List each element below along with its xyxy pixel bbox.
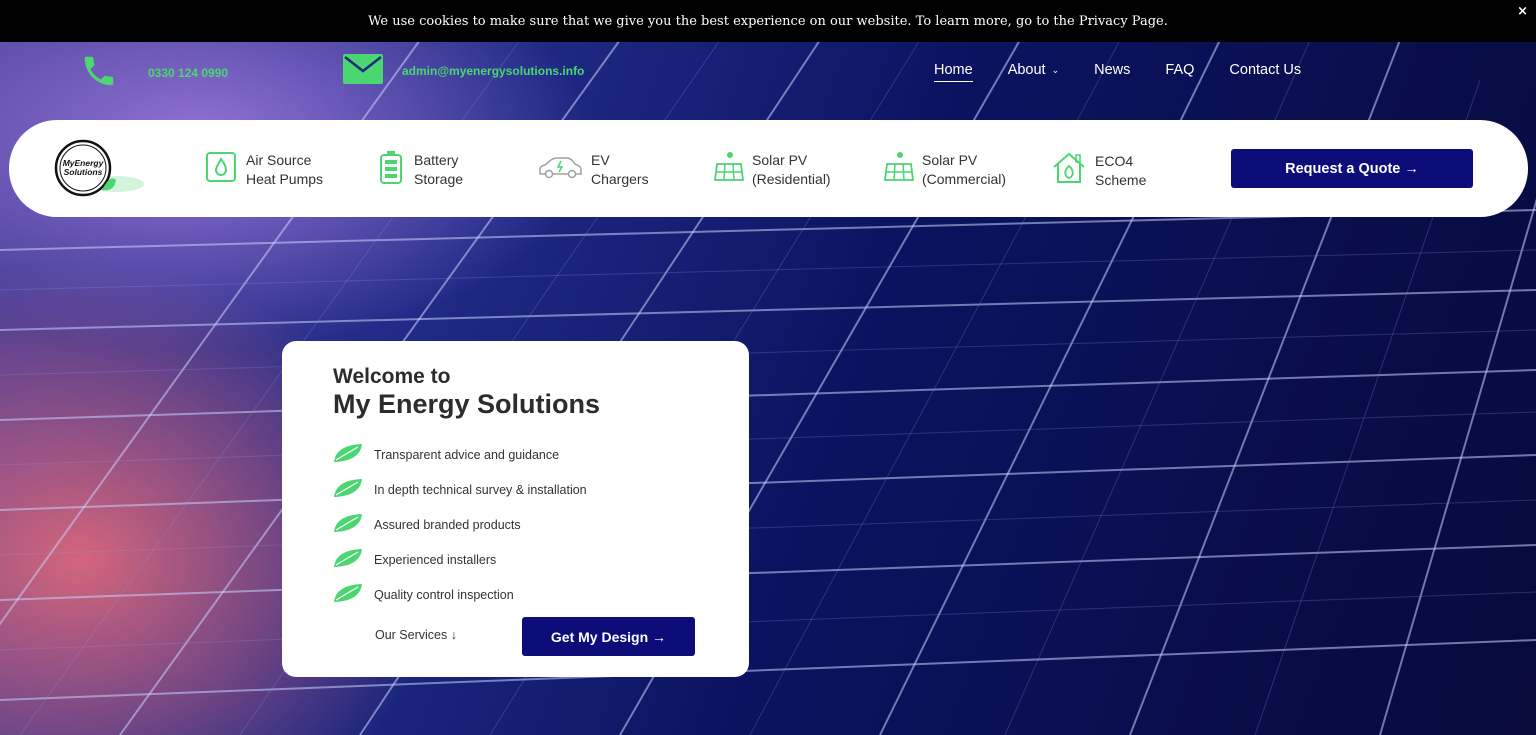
nav-faq[interactable]: FAQ — [1165, 62, 1194, 82]
list-item: Assured branded products — [332, 507, 587, 542]
list-item: Experienced installers — [332, 542, 587, 577]
feature-text: Assured branded products — [374, 517, 521, 532]
service-air-source-heat-pumps[interactable]: Air Source Heat Pumps — [204, 150, 323, 189]
service-label-line1: Battery — [414, 151, 459, 168]
service-label-line2: Chargers — [591, 170, 649, 187]
cookie-close-button[interactable]: × — [1517, 4, 1528, 19]
list-item: Quality control inspection — [332, 577, 587, 612]
nav-about[interactable]: About ⌄ — [1008, 62, 1059, 82]
hero-background — [0, 0, 1536, 735]
eco-house-icon — [1051, 150, 1087, 191]
service-label-line1: Solar PV — [752, 151, 808, 168]
logo-icon: MyEnergy Solutions — [54, 139, 144, 197]
service-label-line2: (Residential) — [752, 170, 831, 187]
ev-car-icon — [537, 150, 583, 189]
welcome-subtitle: Welcome to — [333, 365, 451, 388]
nav-home-label: Home — [934, 62, 973, 78]
request-quote-button[interactable]: Request a Quote → — [1231, 149, 1473, 188]
service-label-line2: Heat Pumps — [246, 170, 324, 187]
site-logo[interactable]: MyEnergy Solutions — [54, 138, 146, 200]
solar-panel-grid — [0, 39, 1536, 735]
heat-pump-icon — [204, 150, 238, 189]
contact-phone[interactable]: 0330 124 0990 — [80, 52, 228, 94]
service-label-line1: EV — [591, 151, 610, 168]
get-my-design-button[interactable]: Get My Design → — [522, 617, 695, 656]
service-solar-pv-residential[interactable]: Solar PV (Residential) — [713, 150, 831, 189]
cookie-bar: We use cookies to make sure that we give… — [0, 0, 1536, 42]
services-bar: MyEnergy Solutions Air Source Heat Pumps … — [9, 120, 1528, 217]
solar-panel-icon — [883, 150, 915, 189]
service-label-line2: Scheme — [1095, 171, 1147, 188]
welcome-title: My Energy Solutions — [333, 389, 601, 419]
nav-about-label: About — [1007, 62, 1046, 78]
leaf-icon — [332, 477, 364, 502]
phone-number[interactable]: 0330 124 0990 — [148, 66, 228, 80]
nav-news[interactable]: News — [1094, 62, 1130, 82]
battery-icon — [376, 150, 406, 189]
logo-text-line2: Solutions — [64, 167, 103, 177]
feature-text: Experienced installers — [374, 552, 497, 567]
leaf-icon — [332, 582, 364, 607]
list-item: In depth technical survey & installation — [332, 472, 587, 507]
leaf-icon — [332, 512, 364, 537]
our-services-link[interactable]: Our Services ↓ — [375, 628, 457, 642]
mail-icon — [342, 52, 384, 90]
phone-icon — [80, 52, 118, 94]
solar-panel-icon — [713, 150, 745, 189]
nav-home[interactable]: Home — [934, 62, 973, 82]
welcome-card: Welcome to My Energy Solutions Transpare… — [282, 341, 749, 677]
nav-faq-label: FAQ — [1165, 62, 1195, 78]
service-solar-pv-commercial[interactable]: Solar PV (Commercial) — [883, 150, 1006, 189]
leaf-icon — [332, 442, 364, 467]
service-eco4-scheme[interactable]: ECO4 Scheme — [1051, 150, 1146, 191]
service-label-line2: Storage — [414, 170, 464, 187]
nav-contact[interactable]: Contact Us — [1229, 62, 1301, 82]
feature-text: In depth technical survey & installation — [374, 482, 587, 497]
contact-email[interactable]: admin@myenergysolutions.info — [342, 52, 584, 90]
leaf-icon — [332, 547, 364, 572]
service-battery-storage[interactable]: Battery Storage — [376, 150, 463, 189]
service-label-line1: Solar PV — [922, 151, 978, 168]
email-address[interactable]: admin@myenergysolutions.info — [402, 64, 584, 78]
feature-text: Transparent advice and guidance — [374, 447, 560, 462]
feature-text: Quality control inspection — [374, 587, 514, 602]
feature-list: Transparent advice and guidance In depth… — [332, 437, 587, 612]
nav-contact-label: Contact Us — [1229, 62, 1302, 78]
service-label-line2: (Commercial) — [922, 170, 1006, 187]
service-label-line1: Air Source — [246, 151, 312, 168]
main-nav: Home About ⌄ News FAQ Contact Us — [934, 62, 1336, 82]
nav-news-label: News — [1094, 62, 1131, 78]
service-label-line1: ECO4 — [1095, 152, 1134, 169]
service-ev-chargers[interactable]: EV Chargers — [537, 150, 649, 189]
chevron-down-icon: ⌄ — [1051, 64, 1060, 75]
cookie-message: We use cookies to make sure that we give… — [368, 13, 1168, 29]
list-item: Transparent advice and guidance — [332, 437, 587, 472]
